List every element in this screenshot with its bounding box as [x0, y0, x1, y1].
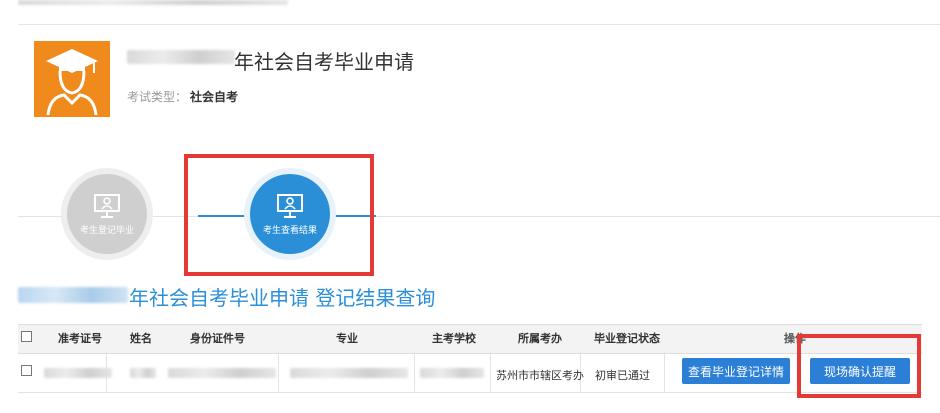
cell-name-redacted [130, 368, 156, 378]
col-header-id-number: 身份证件号 [190, 332, 245, 345]
section-title-year-redacted [18, 287, 128, 303]
exam-type-value: 社会自考 [190, 90, 239, 104]
view-graduation-details-button[interactable]: 查看毕业登记详情 [682, 358, 790, 384]
exam-type-label: 考试类型： [127, 90, 188, 104]
row-divider [18, 392, 922, 393]
cell-exam-number-redacted [44, 368, 112, 378]
cell-exam-office: 苏州市市辖区考办 [496, 369, 584, 382]
step-label: 考生登记毕业 [79, 225, 134, 236]
section-title: 年社会自考毕业申请 登记结果查询 [129, 286, 436, 310]
select-all-checkbox[interactable] [21, 331, 32, 342]
cell-status: 初审已通过 [595, 369, 650, 382]
col-header-status: 毕业登记状态 [594, 332, 660, 345]
cell-school-redacted [420, 368, 484, 378]
steps-track [18, 216, 940, 217]
col-header-exam-number: 准考证号 [58, 332, 102, 345]
col-header-name: 姓名 [130, 332, 152, 345]
divider [490, 352, 491, 392]
row-checkbox[interactable] [21, 365, 32, 376]
divider [278, 352, 279, 392]
divider [664, 352, 665, 392]
cell-id-number-redacted [168, 368, 276, 378]
divider [18, 24, 940, 25]
breadcrumb [18, 0, 288, 5]
cell-major-redacted [290, 368, 408, 378]
step-register-graduation[interactable]: 考生登记毕业 [67, 174, 147, 254]
annotation-highlight-box [797, 334, 921, 398]
graduate-avatar-icon [34, 41, 110, 117]
page-title: 年社会自考毕业申请 [234, 50, 414, 74]
col-header-school: 主考学校 [432, 332, 476, 345]
title-year-redacted [127, 50, 235, 64]
col-header-exam-office: 所属考办 [518, 332, 562, 345]
annotation-highlight-box [184, 154, 374, 276]
monitor-user-icon [94, 193, 120, 218]
col-header-major: 专业 [336, 332, 358, 345]
divider [414, 352, 415, 392]
